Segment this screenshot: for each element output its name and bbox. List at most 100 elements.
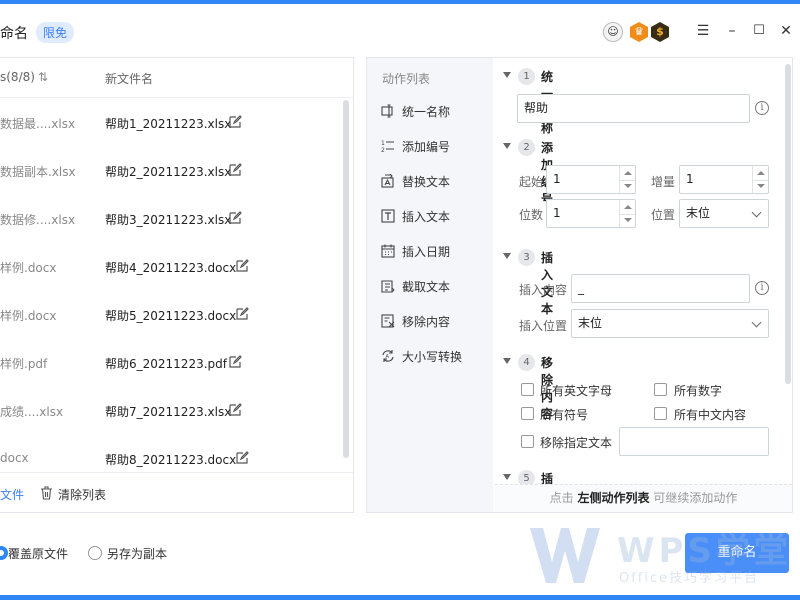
action-list: 动作列表 统一名称 12 添加编号 替换文本 插入文本 插入日期 截取文本 移除…: [367, 58, 493, 512]
minimize-icon[interactable]: –: [724, 24, 740, 40]
new-name: 帮助2_20211223.xlsx: [105, 165, 232, 179]
action-label: 截取文本: [402, 280, 451, 294]
collapse-arrow-icon[interactable]: [503, 358, 511, 364]
stepper-arrows[interactable]: [752, 166, 768, 193]
original-name: 样例.docx: [0, 261, 57, 275]
action-item-replace-text[interactable]: 替换文本: [381, 170, 491, 194]
table-row[interactable]: 数据副本.xlsx 帮助2_20211223.xlsx: [0, 147, 340, 195]
file-list-panel: s(8/8) ⇅ 新文件名 数据最....xlsx 帮助1_20211223.x…: [0, 57, 354, 513]
insert-position-select[interactable]: 末位: [571, 309, 769, 338]
table-row[interactable]: 数据修....xlsx 帮助3_20211223.xlsx: [0, 195, 340, 243]
table-row[interactable]: 样例.docx 帮助4_20211223.docx: [0, 243, 340, 291]
start-value: 1: [553, 172, 561, 186]
edit-icon[interactable]: [229, 403, 242, 416]
sort-icon[interactable]: ⇅: [38, 70, 48, 84]
info-icon[interactable]: i: [755, 101, 769, 115]
action-item-case-convert[interactable]: A 大小写转换: [381, 345, 491, 369]
avatar[interactable]: ☺: [603, 22, 623, 42]
close-icon[interactable]: ✕: [778, 24, 794, 40]
rename-config-panel: 动作列表 统一名称 12 添加编号 替换文本 插入文本 插入日期 截取文本 移除…: [366, 57, 793, 513]
edit-icon[interactable]: [236, 259, 249, 272]
action-label: 统一名称: [402, 105, 451, 119]
window-bottom-accent: [0, 595, 800, 600]
checkbox-symbols-label: 所有符号: [540, 408, 589, 422]
start-label: 起始: [519, 175, 544, 189]
edit-icon[interactable]: [229, 355, 242, 368]
overwrite-radio[interactable]: [0, 546, 8, 560]
number-position-select[interactable]: 末位: [679, 199, 769, 228]
trash-icon[interactable]: [40, 486, 53, 500]
add-action-hint: 点击 左侧动作列表 可继续添加动作: [495, 484, 792, 512]
start-stepper[interactable]: 1: [546, 165, 636, 194]
crown-icon[interactable]: ♛: [630, 22, 648, 42]
table-row[interactable]: 数据最....xlsx 帮助1_20211223.xlsx: [0, 99, 340, 147]
chevron-down-icon: [751, 207, 762, 218]
edit-icon[interactable]: [236, 451, 249, 464]
wps-logo-icon: [530, 528, 600, 583]
stepper-arrows[interactable]: [619, 200, 635, 227]
action-list-title: 动作列表: [382, 72, 431, 86]
specified-text-input[interactable]: [619, 427, 769, 456]
table-row[interactable]: 样例.pdf 帮助6_20211223.pdf: [0, 339, 340, 387]
col-new-name: 新文件名: [105, 72, 154, 86]
edit-icon[interactable]: [229, 115, 242, 128]
table-row[interactable]: 成绩....xlsx 帮助7_20211223.xlsx: [0, 387, 340, 435]
save-copy-label[interactable]: 另存为副本: [107, 545, 167, 562]
checkbox-letters[interactable]: [521, 383, 534, 396]
checkbox-symbols[interactable]: [521, 407, 534, 420]
coin-icon[interactable]: $: [651, 22, 669, 42]
section-number: 2: [518, 139, 535, 156]
stepper-arrows[interactable]: [619, 166, 635, 193]
add-file-link[interactable]: 文件: [0, 486, 24, 503]
chevron-down-icon: [751, 317, 762, 328]
action-item-add-number[interactable]: 12 添加编号: [381, 135, 491, 159]
maximize-icon[interactable]: ☐: [751, 24, 767, 40]
info-icon[interactable]: i: [755, 281, 769, 295]
new-name: 帮助1_20211223.xlsx: [105, 117, 232, 131]
digits-stepper[interactable]: 1: [546, 199, 636, 228]
new-name: 帮助6_20211223.pdf: [105, 357, 227, 371]
replace-text-icon: [381, 174, 394, 188]
step-stepper[interactable]: 1: [679, 165, 769, 194]
original-name: 数据最....xlsx: [0, 117, 76, 131]
file-list-scrollbar[interactable]: [343, 100, 349, 458]
position-label: 位置: [651, 208, 676, 222]
svg-text:2: 2: [381, 147, 385, 153]
action-item-insert-date[interactable]: 插入日期: [381, 240, 491, 264]
overwrite-label[interactable]: 覆盖原文件: [8, 545, 68, 562]
config-scrollbar[interactable]: [785, 64, 791, 384]
action-item-remove-content[interactable]: 移除内容: [381, 310, 491, 334]
hint-suffix: 可继续添加动作: [649, 491, 738, 505]
free-badge: 限免: [36, 22, 75, 43]
crop-text-icon: [381, 280, 395, 293]
new-name: 帮助7_20211223.xlsx: [105, 405, 232, 419]
action-item-unify-name[interactable]: 统一名称: [381, 100, 491, 124]
checkbox-chinese[interactable]: [654, 407, 667, 420]
title-bar: 命名 限免 ☺ ♛ $ ☰ – ☐ ✕: [0, 4, 800, 56]
remove-content-icon: [381, 314, 395, 328]
table-row[interactable]: 样例.docx 帮助5_20211223.docx: [0, 291, 340, 339]
edit-icon[interactable]: [229, 211, 242, 224]
collapse-arrow-icon[interactable]: [503, 72, 511, 78]
collapse-arrow-icon[interactable]: [503, 474, 511, 480]
action-item-insert-text[interactable]: 插入文本: [381, 205, 491, 229]
clear-list-button[interactable]: 清除列表: [58, 486, 106, 503]
rename-icon: [381, 104, 393, 118]
checkbox-digits[interactable]: [654, 383, 667, 396]
action-label: 插入日期: [402, 245, 451, 259]
edit-icon[interactable]: [229, 163, 242, 176]
checkbox-specified[interactable]: [521, 435, 534, 448]
collapse-arrow-icon[interactable]: [503, 143, 511, 149]
unify-name-input[interactable]: 帮助: [517, 94, 750, 123]
section-number: 4: [518, 354, 535, 371]
collapse-arrow-icon[interactable]: [503, 253, 511, 259]
original-name: 成绩....xlsx: [0, 405, 64, 419]
watermark-brand: WPS学堂: [617, 531, 792, 571]
edit-icon[interactable]: [236, 307, 249, 320]
insert-content-input[interactable]: _: [571, 274, 750, 303]
action-item-crop-text[interactable]: 截取文本: [381, 275, 491, 299]
new-name: 帮助4_20211223.docx: [105, 261, 237, 275]
save-copy-radio[interactable]: [88, 546, 102, 560]
checkbox-specified-label: 移除指定文本: [540, 436, 613, 450]
menu-icon[interactable]: ☰: [695, 24, 711, 40]
